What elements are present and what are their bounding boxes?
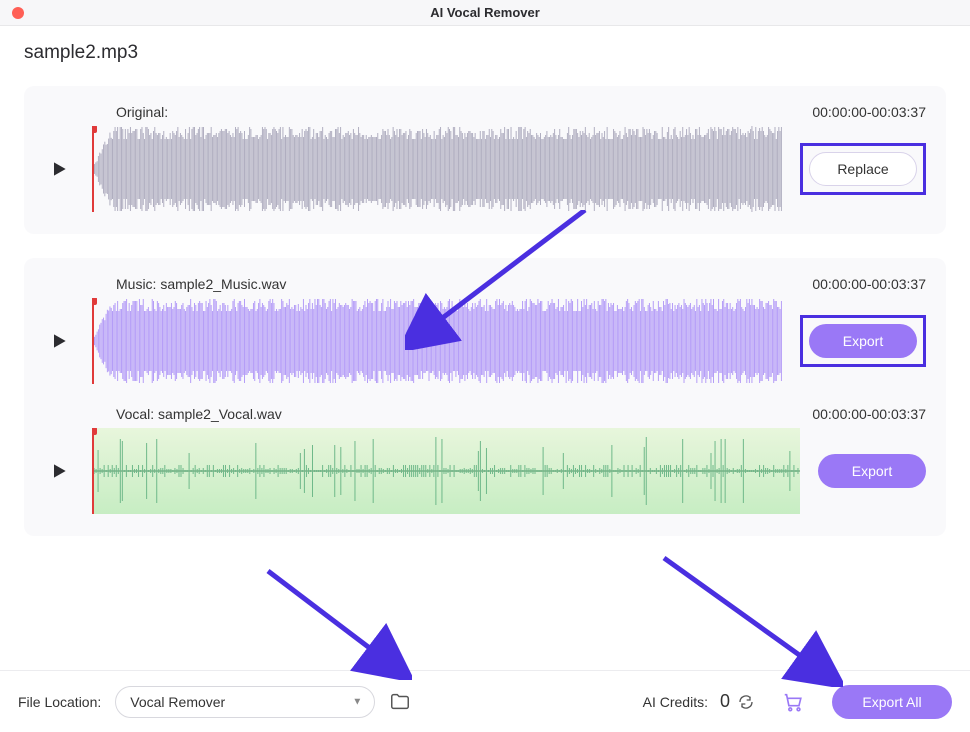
track-label: Vocal: sample2_Vocal.wav [116, 406, 282, 422]
waveform[interactable] [92, 428, 800, 514]
ai-credits-value: 0 [720, 691, 730, 712]
track-label: Music: sample2_Music.wav [116, 276, 286, 292]
window-titlebar: AI Vocal Remover [0, 0, 970, 26]
cart-icon[interactable] [782, 691, 804, 713]
playhead[interactable] [92, 298, 94, 384]
close-window-dot[interactable] [12, 7, 24, 19]
annotation-highlight: Replace [800, 143, 926, 195]
footer-bar: File Location: Vocal Remover ▼ AI Credit… [0, 670, 970, 732]
play-icon [49, 461, 69, 481]
button-label: Replace [837, 161, 888, 177]
export-button[interactable]: Export [818, 454, 926, 488]
waveform[interactable] [92, 298, 782, 384]
play-button[interactable] [44, 326, 74, 356]
annotation-highlight: Export [800, 315, 926, 367]
track-time: 00:00:00-00:03:37 [812, 276, 926, 292]
annotation-arrow [262, 565, 412, 680]
file-location-value: Vocal Remover [130, 694, 225, 710]
file-location-label: File Location: [18, 694, 101, 710]
ai-credits-label: AI Credits: [643, 694, 708, 710]
track-card: Original: 00:00:00-00:03:37 Replace [24, 86, 946, 234]
waveform[interactable] [92, 126, 782, 212]
button-label: Export [852, 463, 892, 479]
track-time: 00:00:00-00:03:37 [812, 406, 926, 422]
export-all-label: Export All [862, 694, 921, 710]
playhead[interactable] [92, 126, 94, 212]
play-button[interactable] [44, 154, 74, 184]
play-button[interactable] [44, 456, 74, 486]
ai-credits: AI Credits: 0 [643, 691, 754, 712]
chevron-down-icon: ▼ [352, 696, 362, 707]
open-folder-icon[interactable] [389, 691, 411, 713]
track-label: Original: [116, 104, 168, 120]
export-button[interactable]: Export [809, 324, 917, 358]
export-all-button[interactable]: Export All [832, 685, 952, 719]
playhead[interactable] [92, 428, 94, 514]
replace-button[interactable]: Replace [809, 152, 917, 186]
annotation-arrow [658, 552, 843, 687]
button-label: Export [843, 333, 883, 349]
refresh-icon[interactable] [738, 694, 754, 710]
track-time: 00:00:00-00:03:37 [812, 104, 926, 120]
current-filename: sample2.mp3 [24, 42, 946, 64]
file-location-dropdown[interactable]: Vocal Remover ▼ [115, 686, 375, 718]
play-icon [49, 159, 69, 179]
play-icon [49, 331, 69, 351]
window-title: AI Vocal Remover [0, 5, 970, 20]
track-card: Music: sample2_Music.wav 00:00:00-00:03:3… [24, 258, 946, 536]
